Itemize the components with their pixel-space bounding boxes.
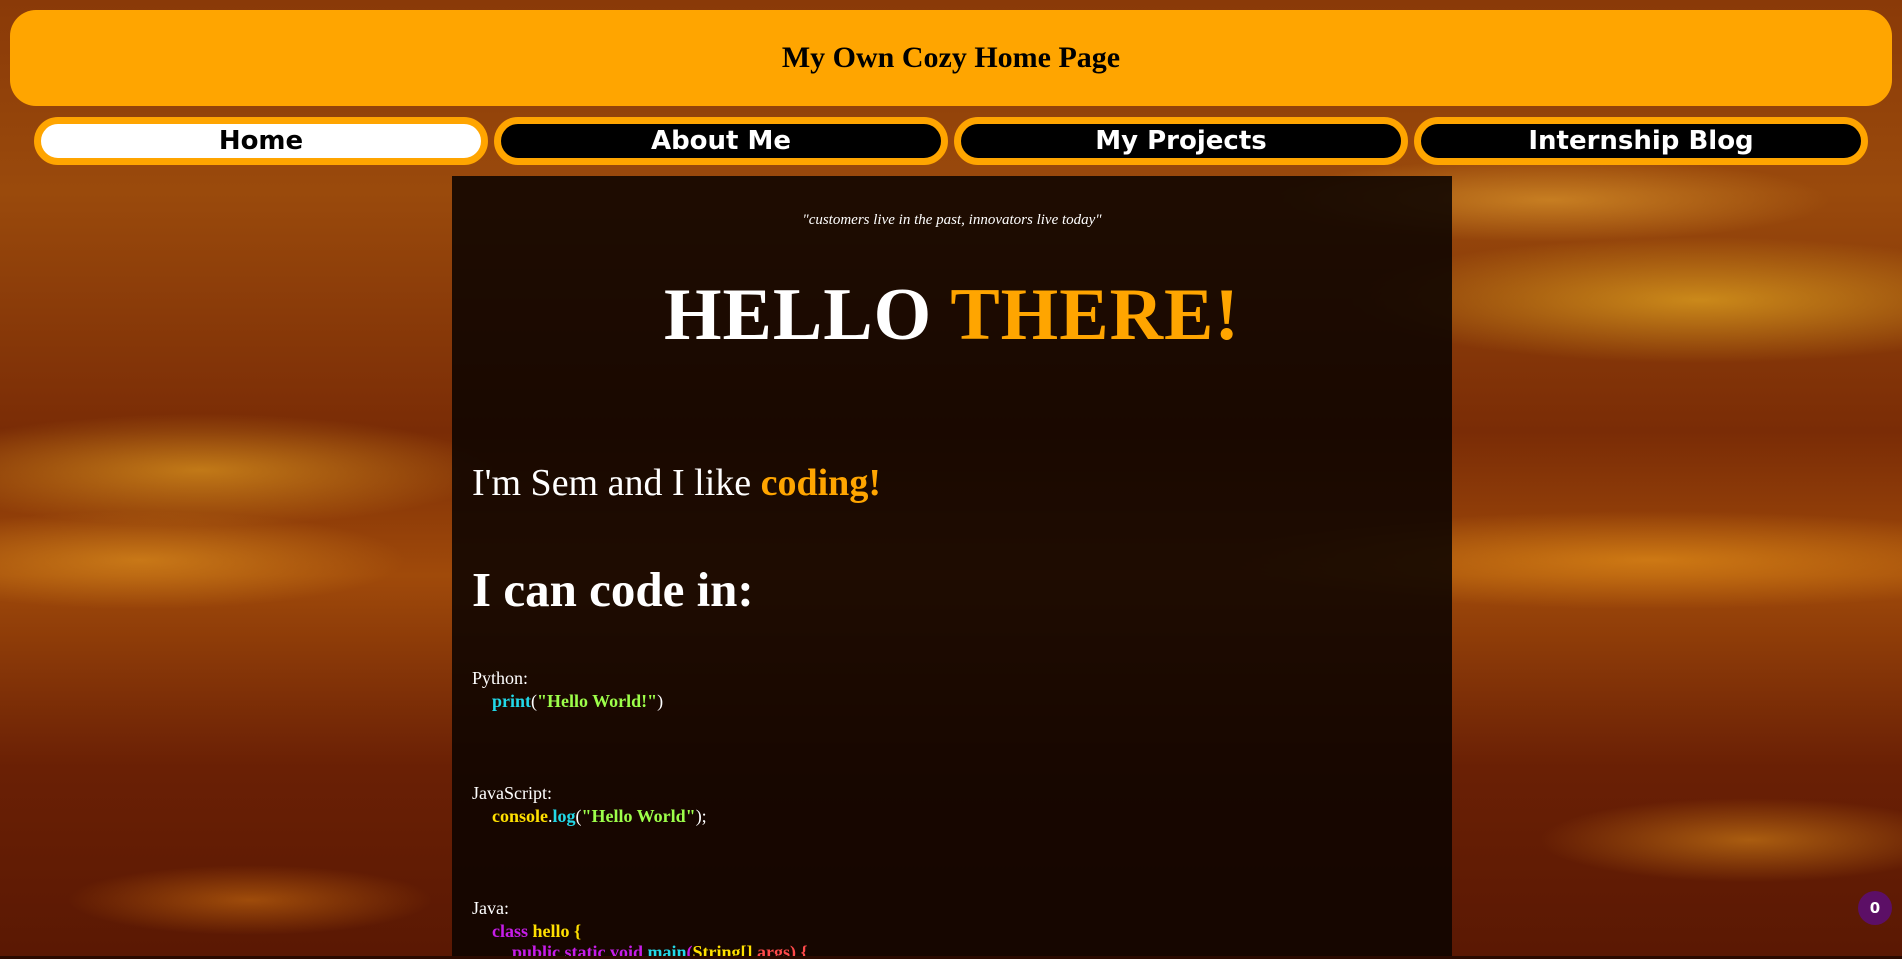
language-label-java: Java: xyxy=(472,898,509,918)
languages-heading: I can code in: xyxy=(472,562,754,617)
nav-internship-blog-button[interactable]: Internship Blog xyxy=(1414,117,1868,165)
language-label-javascript: JavaScript: xyxy=(472,783,552,803)
code-keyword: class xyxy=(492,921,528,941)
main-nav: Home About Me My Projects Internship Blo… xyxy=(34,117,1868,165)
nav-about-me-button[interactable]: About Me xyxy=(494,117,948,165)
nav-home-button[interactable]: Home xyxy=(34,117,488,165)
code-string: "Hello World" xyxy=(581,806,696,826)
hello-heading: HELLO THERE! xyxy=(452,273,1452,358)
code-class-name: hello { xyxy=(532,921,582,941)
code-punct: ); xyxy=(695,806,707,826)
quote-text: "customers live in the past, innovators … xyxy=(802,212,1102,228)
intro-plain: I'm Sem and I like xyxy=(472,462,752,504)
hello-orange-text: THERE! xyxy=(950,274,1241,356)
intro-text: I'm Sem and I like coding! xyxy=(472,461,881,505)
javascript-code-line: console.log("Hello World"); xyxy=(492,806,707,827)
code-fn: log xyxy=(552,806,576,826)
nav-my-projects-button[interactable]: My Projects xyxy=(954,117,1408,165)
java-code-line-1: class hello { xyxy=(492,921,581,942)
main-content[interactable]: "customers live in the past, innovators … xyxy=(452,176,1452,959)
intro-highlight: coding! xyxy=(760,462,881,504)
code-string: "Hello World!" xyxy=(537,691,658,711)
code-fn: print xyxy=(492,691,532,711)
code-punct: ) xyxy=(657,691,664,711)
python-code-line: print("Hello World!") xyxy=(492,691,663,712)
notification-badge[interactable]: 0 xyxy=(1858,891,1892,925)
site-header: My Own Cozy Home Page xyxy=(10,10,1892,106)
hello-white-text: HELLO xyxy=(663,274,933,356)
code-object: console xyxy=(492,806,548,826)
site-title: My Own Cozy Home Page xyxy=(781,41,1121,74)
language-label-python: Python: xyxy=(472,668,529,688)
